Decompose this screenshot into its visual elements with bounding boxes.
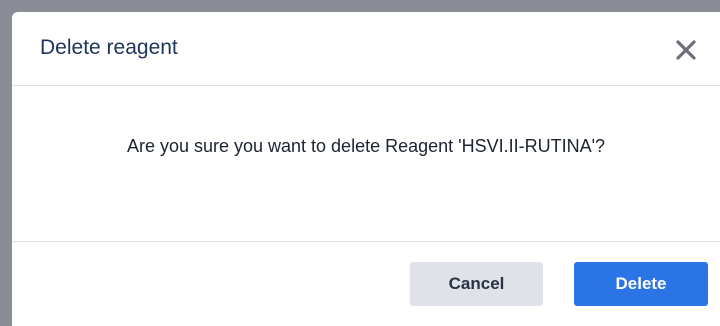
dialog-header: Delete reagent (12, 12, 720, 86)
dialog-footer: Cancel Delete (12, 242, 720, 326)
delete-reagent-dialog: Delete reagent Are you sure you want to … (12, 12, 720, 326)
dialog-body: Are you sure you want to delete Reagent … (12, 86, 720, 242)
close-button[interactable] (672, 36, 700, 64)
cancel-button[interactable]: Cancel (410, 262, 543, 306)
close-icon (676, 40, 696, 60)
confirmation-message: Are you sure you want to delete Reagent … (126, 136, 606, 156)
delete-button[interactable]: Delete (574, 262, 708, 306)
dialog-title: Delete reagent (40, 36, 178, 59)
